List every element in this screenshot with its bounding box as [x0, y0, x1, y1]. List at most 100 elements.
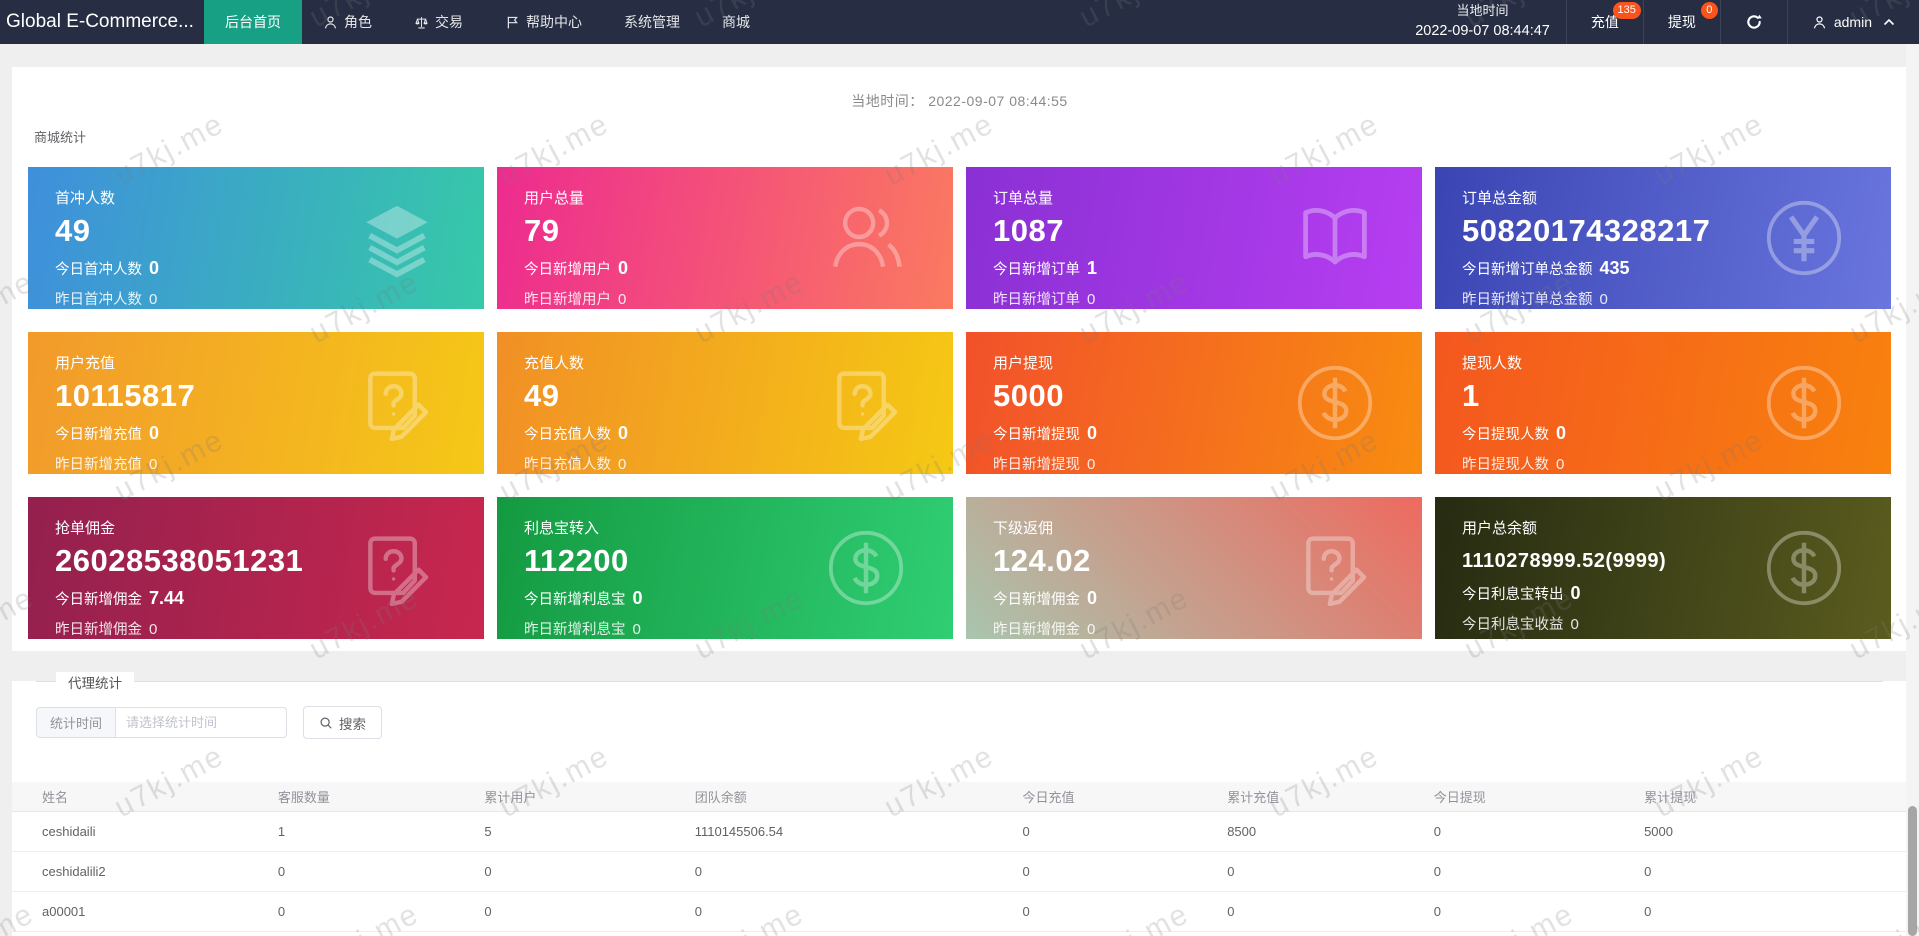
card-today-value: 0	[618, 258, 629, 278]
dollar-circle-icon	[1294, 362, 1376, 444]
stat-card-sub-rebate: 下级返佣 124.02 今日新增佣金 0 昨日新增佣金 0	[966, 497, 1422, 639]
card-yesterday-value: 0	[618, 291, 627, 308]
nav-item-label: 商城	[721, 14, 750, 30]
table-cell: 5	[474, 811, 685, 852]
user-name: admin	[1833, 14, 1872, 30]
card-yesterday-value: 0	[149, 291, 158, 308]
card-today-label: 今日充值人数	[524, 427, 611, 443]
table-cell: 0	[684, 891, 1013, 932]
card-yesterday-value: 0	[149, 456, 158, 473]
stat-card-withdraw-users: 提现人数 1 今日提现人数 0 昨日提现人数 0	[1435, 332, 1891, 474]
table-cell: 0	[1634, 891, 1907, 932]
card-today-value: 0	[149, 258, 160, 278]
stat-time-input[interactable]	[115, 707, 288, 738]
agent-stats-panel: 代理统计 统计时间 搜索 姓名客服数量累计用户团队余额今日充值累计充值今日提现累…	[12, 672, 1907, 936]
stats-section-title: 商城统计	[34, 130, 87, 145]
recharge-button[interactable]: 充值 135	[1565, 0, 1643, 44]
person-icon	[323, 15, 338, 30]
card-today-label: 今日新增用户	[524, 262, 611, 278]
table-cell: 0	[1423, 811, 1635, 852]
agent-table-body: ceshidaili 1 5 1110145506.54 0 8500 0 5000 ceshi…	[12, 811, 1907, 932]
agent-search-row: 统计时间 搜索	[36, 706, 1883, 739]
nav-menu: 后台首页 角色 交易 帮助中心 系统管理 商城	[203, 0, 771, 44]
nav-item-1[interactable]: 角色	[302, 0, 393, 44]
search-button-label: 搜索	[339, 716, 367, 732]
nav-item-3[interactable]: 帮助中心	[484, 0, 603, 44]
card-yesterday-value: 0	[1087, 291, 1096, 308]
stat-card-total-orders: 订单总量 1087 今日新增订单 1 昨日新增订单 0	[966, 167, 1422, 309]
doc-edit-icon	[1294, 527, 1376, 609]
dollar-circle-icon	[825, 527, 907, 609]
table-cell: 5000	[1634, 811, 1907, 852]
card-today-label: 今日首冲人数	[55, 262, 142, 278]
user-menu[interactable]: admin	[1786, 0, 1919, 44]
nav-item-4[interactable]: 系统管理	[603, 0, 701, 44]
table-cell: ceshidaili	[12, 811, 268, 852]
table-row: ceshidaili 1 5 1110145506.54 0 8500 0 5000	[12, 811, 1907, 852]
doc-edit-icon	[356, 362, 438, 444]
content-local-time: 当地时间： 2022-09-07 08:44:55	[28, 67, 1891, 111]
card-yesterday-value: 0	[1087, 456, 1096, 473]
withdraw-button[interactable]: 提现 0	[1642, 0, 1720, 44]
layers-icon	[356, 197, 438, 279]
mall-stats-panel: 当地时间： 2022-09-07 08:44:55 商城统计 首冲人数 49 今…	[12, 67, 1907, 651]
table-cell: 0	[1634, 851, 1907, 892]
column-header: 今日提现	[1423, 782, 1635, 812]
card-yesterday-value: 0	[149, 621, 158, 638]
stat-card-interest-transfer-in: 利息宝转入 112200 今日新增利息宝 0 昨日新增利息宝 0	[497, 497, 953, 639]
stat-card-user-withdraw: 用户提现 5000 今日新增提现 0 昨日新增提现 0	[966, 332, 1422, 474]
navbar-local-time: 当地时间 2022-09-07 08:44:47	[1399, 0, 1566, 44]
card-yesterday-label: 昨日新增订单总金额	[1462, 292, 1593, 308]
table-cell: 1	[267, 811, 475, 852]
stat-card-total-users: 用户总量 79 今日新增用户 0 昨日新增用户 0	[497, 167, 953, 309]
table-cell: 0	[1423, 891, 1635, 932]
dollar-circle-icon	[1763, 527, 1845, 609]
refresh-icon	[1745, 13, 1763, 31]
stat-card-recharge-users: 充值人数 49 今日充值人数 0 昨日充值人数 0	[497, 332, 953, 474]
vertical-scrollbar[interactable]	[1906, 44, 1919, 936]
column-header: 累计提现	[1634, 782, 1907, 812]
nav-item-label: 后台首页	[224, 14, 281, 30]
table-cell: 0	[474, 891, 685, 932]
card-yesterday-value: 0	[1087, 621, 1096, 638]
person-icon	[1812, 15, 1827, 30]
local-time-label: 当地时间	[1456, 3, 1509, 19]
table-cell: 0	[1012, 811, 1218, 852]
table-cell: 0	[1217, 891, 1424, 932]
stat-card-user-recharge: 用户充值 10115817 今日新增充值 0 昨日新增充值 0	[28, 332, 484, 474]
card-today-label: 今日新增提现	[993, 427, 1080, 443]
agent-fieldset: 代理统计	[36, 672, 1883, 692]
table-cell: 0	[1012, 891, 1218, 932]
nav-item-0[interactable]: 后台首页	[203, 0, 302, 44]
nav-item-label: 系统管理	[623, 14, 680, 30]
scrollbar-thumb[interactable]	[1908, 806, 1917, 936]
nav-item-5[interactable]: 商城	[701, 0, 771, 44]
card-today-label: 今日新增订单总金额	[1462, 262, 1593, 278]
card-yesterday-value: 0	[1599, 291, 1608, 308]
card-yesterday-value: 0	[1570, 616, 1579, 633]
chevron-up-icon	[1883, 18, 1895, 26]
card-today-label: 今日利息宝转出	[1462, 587, 1564, 603]
column-header: 累计用户	[474, 782, 685, 812]
stat-time-label: 统计时间	[36, 707, 116, 738]
yen-circle-icon	[1763, 197, 1845, 279]
card-yesterday-value: 0	[1556, 456, 1565, 473]
column-header: 累计充值	[1217, 782, 1424, 812]
nav-item-label: 交易	[434, 14, 463, 30]
card-today-label: 今日新增佣金	[993, 592, 1080, 608]
table-cell: 0	[1217, 851, 1424, 892]
refresh-button[interactable]	[1719, 0, 1787, 44]
app-brand: Global E-Commerce...	[6, 11, 194, 32]
search-button[interactable]: 搜索	[303, 706, 383, 739]
column-header: 姓名	[12, 782, 268, 812]
card-yesterday-label: 昨日充值人数	[524, 457, 611, 473]
stat-cards-grid: 首冲人数 49 今日首冲人数 0 昨日首冲人数 0 用户总量 79 今日新增用户 0 …	[28, 167, 1891, 639]
nav-item-2[interactable]: 交易	[393, 0, 484, 44]
card-yesterday-label: 今日利息宝收益	[1462, 617, 1564, 633]
card-today-label: 今日新增订单	[993, 262, 1080, 278]
card-today-value: 0	[618, 423, 629, 443]
card-today-label: 今日新增利息宝	[524, 592, 626, 608]
flag-icon	[505, 15, 520, 30]
card-yesterday-label: 昨日新增佣金	[993, 622, 1080, 638]
card-yesterday-value: 0	[632, 621, 641, 638]
